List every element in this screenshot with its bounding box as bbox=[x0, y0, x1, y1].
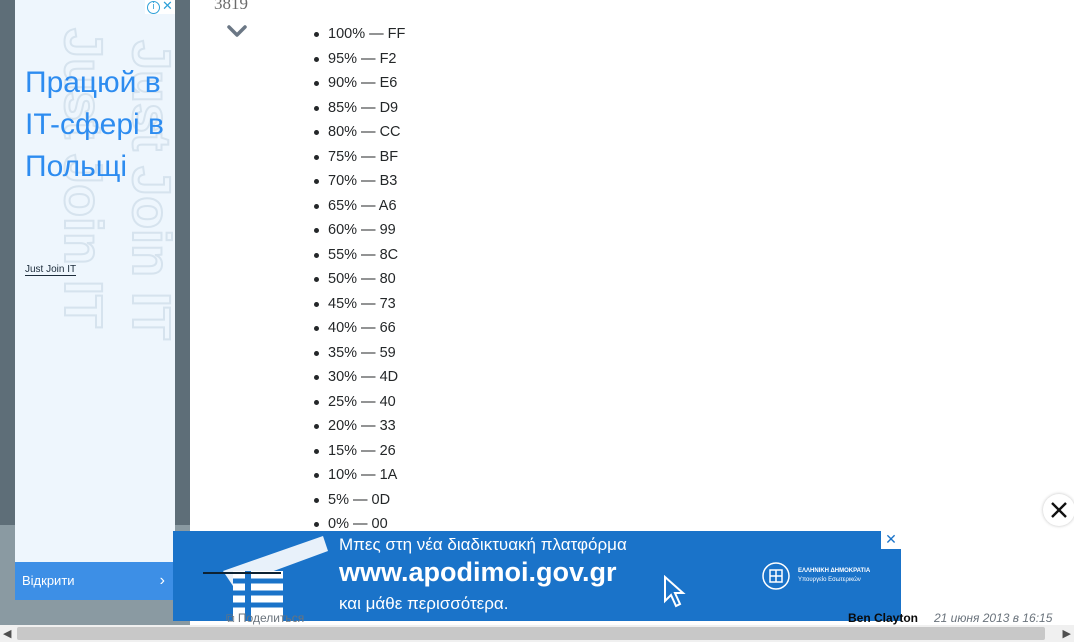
bottom-banner-ad[interactable]: Μπες στη νέα διαδικτυακή πλατφόρμα www.a… bbox=[173, 531, 901, 621]
author-link[interactable]: Ben Clayton bbox=[848, 611, 918, 625]
list-item: 25% — 40 bbox=[300, 390, 405, 415]
list-item: 15% — 26 bbox=[300, 439, 405, 464]
scroll-right-icon[interactable]: ▶ bbox=[1063, 625, 1071, 642]
greek-emblem-icon bbox=[762, 562, 790, 590]
list-item: 85% — D9 bbox=[300, 96, 405, 121]
scrollbar-thumb[interactable] bbox=[17, 627, 1045, 640]
close-icon[interactable]: ✕ bbox=[881, 531, 901, 549]
ad-line-1: Μπες στη νέα διαδικτυακή πλατφόρμα bbox=[339, 535, 627, 554]
list-item: 60% — 99 bbox=[300, 218, 405, 243]
list-item: 20% — 33 bbox=[300, 414, 405, 439]
list-item: 95% — F2 bbox=[300, 47, 405, 72]
ministry-line-2: Υπουργείο Εσωτερικών bbox=[798, 577, 861, 583]
ad-headline: Працюй в IT-сфері в Польщі bbox=[25, 66, 164, 183]
list-item: 40% — 66 bbox=[300, 316, 405, 341]
list-item: 30% — 4D bbox=[300, 365, 405, 390]
list-item: 90% — E6 bbox=[300, 71, 405, 96]
horizontal-scrollbar[interactable]: ◀ ▶ bbox=[0, 625, 1074, 642]
scroll-left-icon[interactable]: ◀ bbox=[3, 625, 11, 642]
list-item: 70% — B3 bbox=[300, 169, 405, 194]
info-icon[interactable]: i bbox=[147, 1, 160, 14]
list-item: 55% — 8C bbox=[300, 243, 405, 268]
share-icon: ⧉ bbox=[226, 611, 235, 625]
close-icon[interactable]: ✕ bbox=[162, 0, 173, 14]
list-item: 5% — 0D bbox=[300, 488, 405, 513]
vote-count: 3819 bbox=[214, 0, 248, 13]
opacity-hex-list: 100% — FF 95% — F2 90% — E6 85% — D9 80%… bbox=[300, 22, 405, 537]
vote-down-button[interactable] bbox=[226, 22, 248, 40]
cursor-icon bbox=[664, 575, 686, 608]
chevron-down-icon bbox=[227, 25, 247, 37]
list-item: 10% — 1A bbox=[300, 463, 405, 488]
list-item: 65% — A6 bbox=[300, 194, 405, 219]
open-button[interactable]: Відкрити › bbox=[15, 562, 175, 600]
side-advertisement[interactable]: Just Join IT Just Join IT i ✕ Працюй в I… bbox=[15, 0, 175, 600]
ministry-label: ΕΛΛΗΝΙΚΗ ΔΗΜΟΚΡΑΤΙΑ Υπουργείο Εσωτερικών bbox=[798, 567, 870, 585]
share-label: Поделиться bbox=[237, 611, 305, 625]
list-item: 35% — 59 bbox=[300, 341, 405, 366]
ad-line-3: και μάθε περισσότερα. bbox=[339, 594, 509, 613]
open-button-label: Відкрити bbox=[22, 573, 75, 588]
ad-url[interactable]: www.apodimoi.gov.gr bbox=[339, 557, 617, 588]
ministry-line-1: ΕΛΛΗΝΙΚΗ ΔΗΜΟΚΡΑΤΙΑ bbox=[798, 568, 871, 574]
list-item: 75% — BF bbox=[300, 145, 405, 170]
list-item: 80% — CC bbox=[300, 120, 405, 145]
close-icon bbox=[1051, 502, 1067, 518]
ad-brand-link[interactable]: Just Join IT bbox=[25, 264, 77, 276]
list-item: 100% — FF bbox=[300, 22, 405, 47]
chevron-right-icon: › bbox=[159, 572, 165, 589]
list-item: 45% — 73 bbox=[300, 292, 405, 317]
ad-choices[interactable]: i ✕ bbox=[145, 0, 175, 14]
share-link[interactable]: ⧉ Поделиться bbox=[226, 611, 304, 626]
post-date: 21 июня 2013 в 16:15 bbox=[934, 611, 1053, 625]
close-ad-button[interactable] bbox=[1043, 494, 1074, 526]
ballot-art bbox=[203, 536, 328, 621]
list-item: 50% — 80 bbox=[300, 267, 405, 292]
